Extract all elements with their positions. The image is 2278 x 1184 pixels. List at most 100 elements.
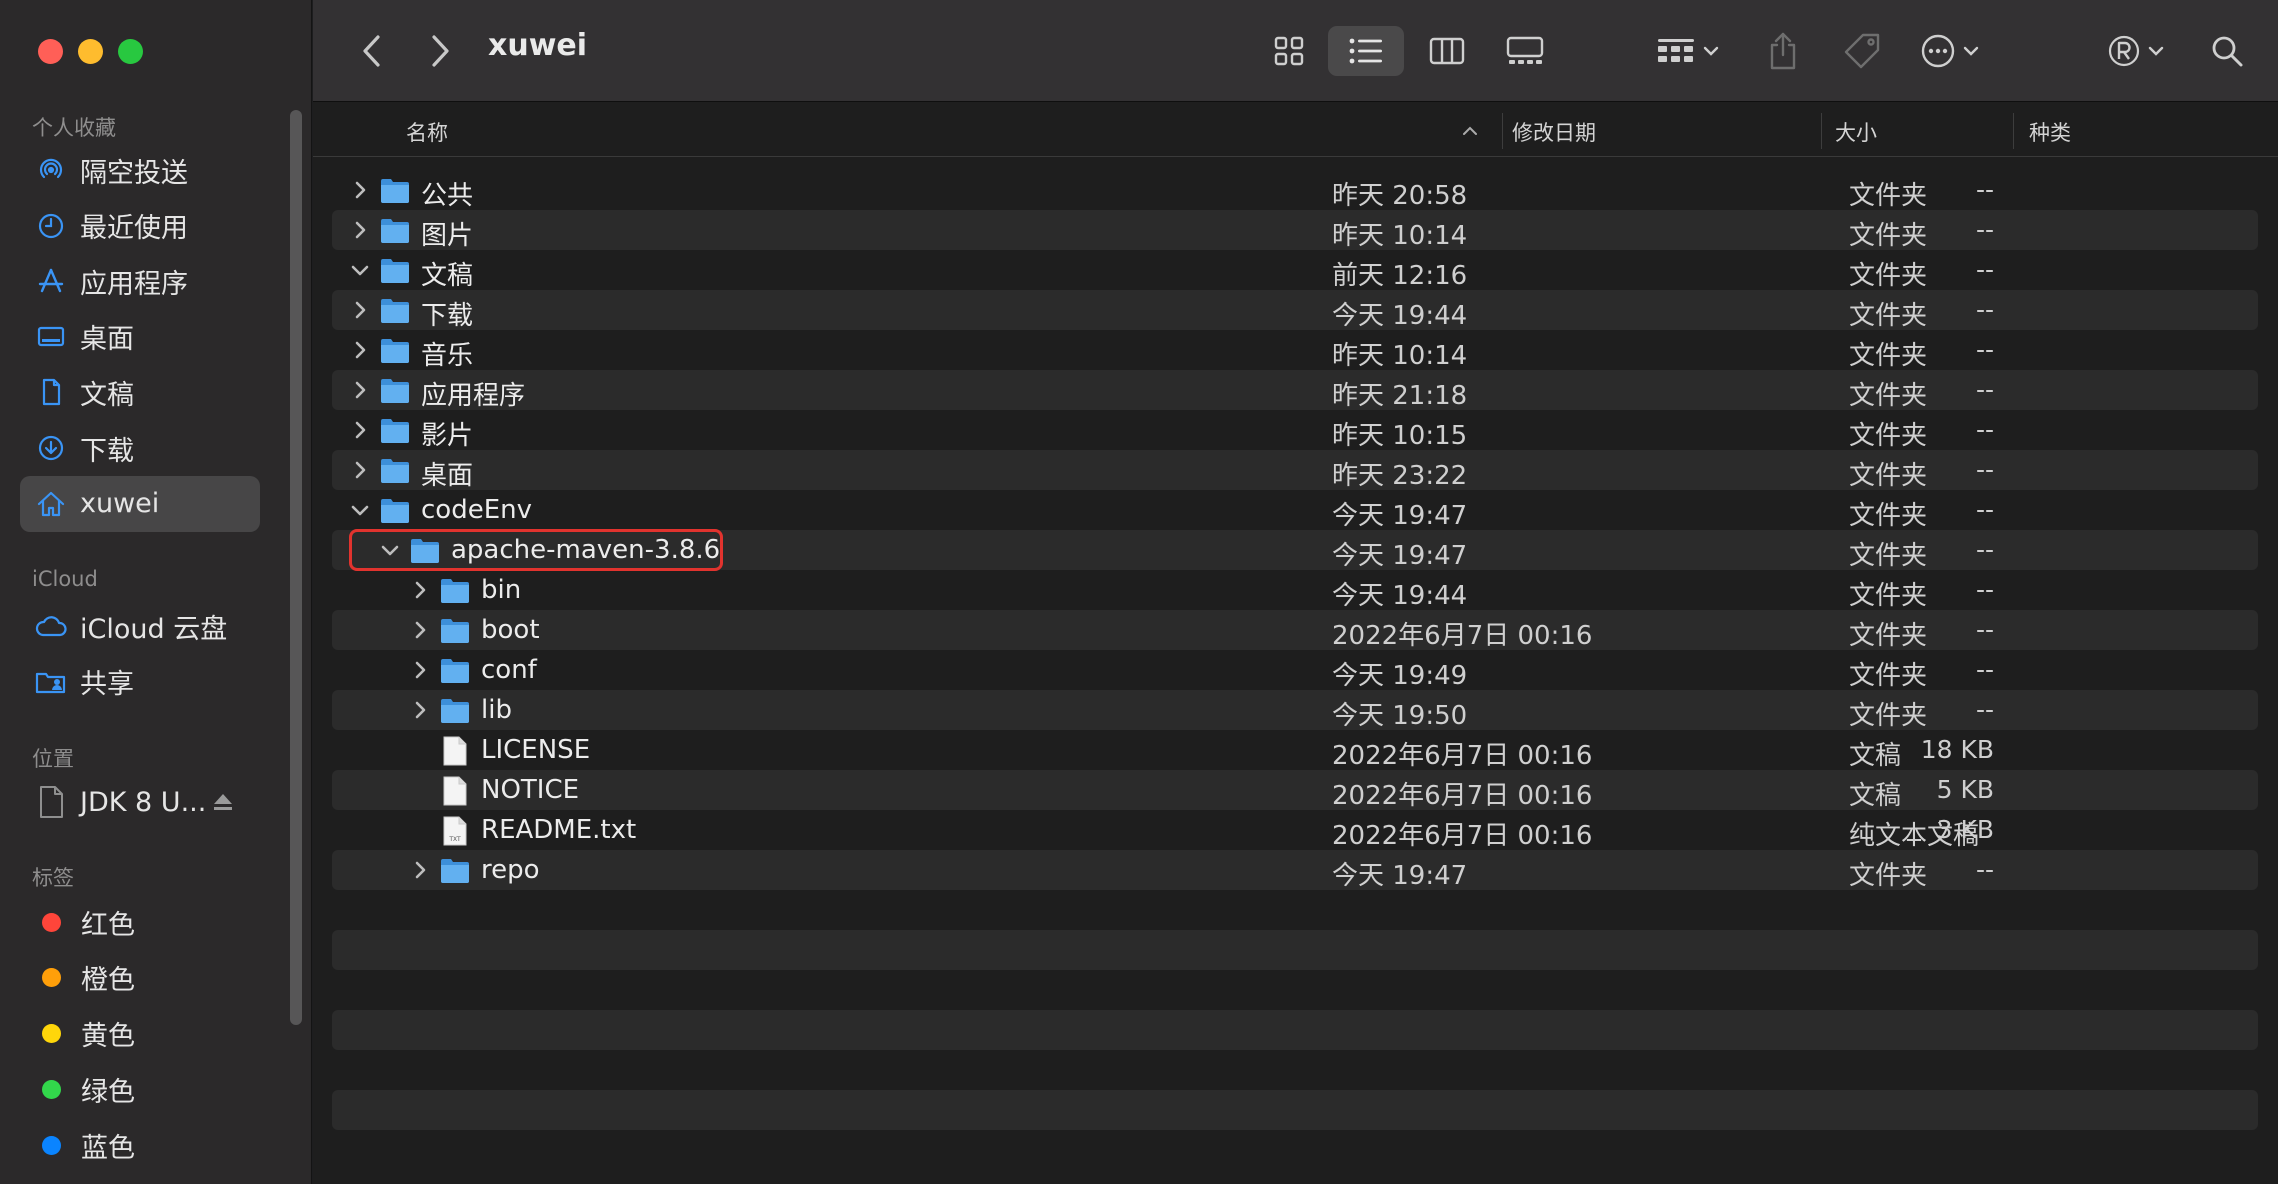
- sidebar-item[interactable]: JDK 8 U...: [20, 774, 260, 830]
- sidebar-item-label: iCloud 云盘: [80, 613, 228, 645]
- disclosure-collapsed-icon[interactable]: [348, 378, 372, 402]
- sidebar-item[interactable]: xuwei: [20, 475, 260, 532]
- column-header-size[interactable]: 大小: [1835, 117, 1877, 147]
- more-actions-button[interactable]: [1910, 26, 1990, 76]
- forward-button[interactable]: [418, 26, 462, 76]
- sidebar-tag-item[interactable]: 黄色: [20, 1006, 260, 1062]
- close-window-button[interactable]: [38, 39, 63, 64]
- column-header-date[interactable]: 修改日期: [1512, 117, 1596, 147]
- file-row[interactable]: 影片 昨天 10:15 -- 文件夹: [332, 410, 2258, 451]
- file-row[interactable]: apache-maven-3.8.6 今天 19:47 -- 文件夹: [332, 529, 2258, 571]
- disclosure-collapsed-icon[interactable]: [348, 178, 372, 202]
- sidebar-item[interactable]: 隔空投送: [20, 142, 260, 198]
- file-row[interactable]: lib 今天 19:50 -- 文件夹: [332, 690, 2258, 731]
- disclosure-collapsed-icon[interactable]: [348, 218, 372, 242]
- file-size: --: [1975, 495, 1994, 524]
- file-size: --: [1975, 335, 1994, 364]
- sidebar-item[interactable]: iCloud 云盘: [20, 598, 260, 654]
- disclosure-collapsed-icon[interactable]: [408, 618, 432, 642]
- icloud-header: iCloud: [32, 567, 98, 591]
- file-row[interactable]: conf 今天 19:49 -- 文件夹: [332, 650, 2258, 691]
- sidebar-item-label: 最近使用: [80, 213, 188, 245]
- file-row[interactable]: repo 今天 19:47 -- 文件夹: [332, 850, 2258, 891]
- clock-icon: [34, 209, 68, 243]
- column-view-button[interactable]: [1421, 26, 1473, 76]
- minimize-window-button[interactable]: [78, 39, 103, 64]
- column-header-kind[interactable]: 种类: [2029, 117, 2071, 147]
- file-size: --: [1975, 455, 1994, 484]
- tag-label: 橙色: [81, 965, 135, 997]
- file-row[interactable]: TXT README.txt 2022年6月7日 00:16 3 KB 纯文本文稿: [332, 810, 2258, 851]
- airdrop-icon: [34, 153, 68, 187]
- disclosure-expanded-icon[interactable]: [348, 498, 372, 522]
- back-icon: [363, 35, 380, 67]
- file-row[interactable]: boot 2022年6月7日 00:16 -- 文件夹: [332, 610, 2258, 651]
- sidebar-tag-item[interactable]: 橙色: [20, 950, 260, 1006]
- file-row[interactable]: 下载 今天 19:44 -- 文件夹: [332, 290, 2258, 331]
- column-divider[interactable]: [1821, 113, 1822, 149]
- file-size: 5 KB: [1936, 775, 1994, 804]
- file-row[interactable]: NOTICE 2022年6月7日 00:16 5 KB 文稿: [332, 770, 2258, 811]
- file-date: 2022年6月7日 00:16: [1332, 621, 1593, 651]
- disclosure-collapsed-icon[interactable]: [348, 298, 372, 322]
- share-button[interactable]: [1758, 26, 1808, 76]
- sidebar-tag-item[interactable]: 红色: [20, 894, 260, 950]
- sidebar-item[interactable]: 最近使用: [20, 198, 260, 254]
- disclosure-collapsed-icon[interactable]: [348, 458, 372, 482]
- file-row[interactable]: bin 今天 19:44 -- 文件夹: [332, 570, 2258, 611]
- file-size: --: [1975, 255, 1994, 284]
- disclosure-collapsed-icon[interactable]: [348, 338, 372, 362]
- folder-icon: [380, 456, 410, 484]
- column-divider[interactable]: [2013, 113, 2014, 149]
- zoom-window-button[interactable]: [118, 39, 143, 64]
- column-header-name[interactable]: 名称: [406, 117, 448, 147]
- file-row[interactable]: 公共 昨天 20:58 -- 文件夹: [332, 170, 2258, 211]
- column-view-icon: [1429, 37, 1465, 65]
- column-divider[interactable]: [1502, 113, 1503, 149]
- file-name: 桌面: [421, 461, 474, 491]
- sidebar-item[interactable]: 文稿: [20, 364, 260, 420]
- disclosure-expanded-icon[interactable]: [348, 258, 372, 282]
- sidebar-item-label: 隔空投送: [80, 157, 188, 189]
- file-size: --: [1975, 575, 1994, 604]
- sidebar-item[interactable]: 下载: [20, 420, 260, 476]
- empty-row: [332, 930, 2258, 970]
- file-date: 昨天 23:22: [1332, 461, 1468, 491]
- tag-button[interactable]: [1835, 26, 1889, 76]
- eject-icon[interactable]: [212, 792, 234, 816]
- extension-button[interactable]: [2096, 26, 2176, 76]
- sidebar-tag-item[interactable]: 绿色: [20, 1061, 260, 1117]
- file-row[interactable]: 文稿 前天 12:16 -- 文件夹: [332, 250, 2258, 291]
- file-row[interactable]: 图片 昨天 10:14 -- 文件夹: [332, 210, 2258, 251]
- sidebar-item[interactable]: 应用程序: [20, 253, 260, 309]
- tag-icon: [1844, 33, 1880, 69]
- file-row[interactable]: 桌面 昨天 23:22 -- 文件夹: [332, 450, 2258, 491]
- disclosure-collapsed-icon[interactable]: [408, 658, 432, 682]
- disclosure-collapsed-icon[interactable]: [408, 858, 432, 882]
- tag-label: 绿色: [81, 1076, 135, 1108]
- file-date: 今天 19:44: [1332, 301, 1468, 331]
- search-button[interactable]: [2202, 26, 2252, 76]
- cloud-icon: [34, 609, 68, 643]
- disclosure-collapsed-icon[interactable]: [348, 418, 372, 442]
- group-button[interactable]: [1648, 26, 1728, 76]
- sidebar-scrollbar[interactable]: [290, 110, 302, 1025]
- file-row[interactable]: 应用程序 昨天 21:18 -- 文件夹: [332, 370, 2258, 411]
- sidebar-item[interactable]: 共享: [20, 654, 260, 710]
- back-button[interactable]: [350, 26, 394, 76]
- tag-label: 黄色: [81, 1021, 135, 1053]
- file-row[interactable]: 音乐 昨天 10:14 -- 文件夹: [332, 330, 2258, 371]
- file-row[interactable]: LICENSE 2022年6月7日 00:16 18 KB 文稿: [332, 730, 2258, 771]
- file-kind: 文件夹: [1849, 581, 1928, 611]
- list-view-button[interactable]: [1328, 26, 1404, 76]
- file-row[interactable]: codeEnv 今天 19:47 -- 文件夹: [332, 490, 2258, 531]
- disclosure-collapsed-icon[interactable]: [408, 698, 432, 722]
- sidebar-tag-item[interactable]: 蓝色: [20, 1117, 260, 1173]
- icon-view-button[interactable]: [1263, 26, 1315, 76]
- file-kind: 文稿: [1849, 781, 1902, 811]
- sort-ascending-icon[interactable]: [1461, 125, 1479, 137]
- disclosure-collapsed-icon[interactable]: [408, 578, 432, 602]
- file-date: 今天 19:47: [1332, 541, 1468, 571]
- sidebar-item[interactable]: 桌面: [20, 309, 260, 365]
- gallery-view-button[interactable]: [1496, 26, 1554, 76]
